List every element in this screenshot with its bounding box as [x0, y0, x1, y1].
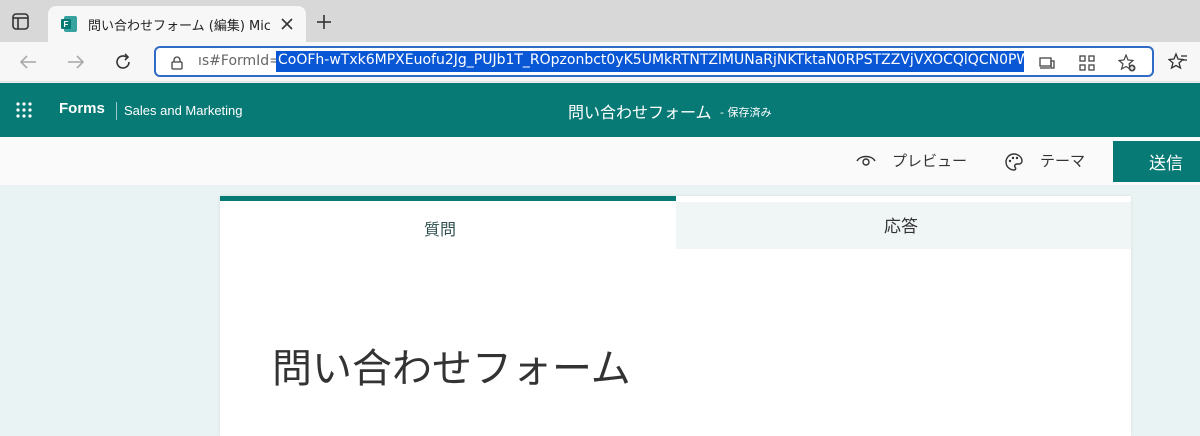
tab-title: 問い合わせフォーム (編集) Microsof [88, 19, 270, 34]
tab-responses[interactable]: 応答 [676, 202, 1131, 249]
refresh-icon[interactable] [113, 52, 133, 72]
app-launcher-icon[interactable] [15, 101, 33, 119]
tab-responses-label: 応答 [884, 217, 918, 237]
theme-button[interactable]: テーマ [1004, 149, 1094, 173]
tab-questions[interactable]: 質問 [220, 196, 676, 249]
form-heading[interactable]: 問い合わせフォーム [272, 336, 631, 394]
forms-header: Forms Sales and Marketing 問い合わせフォーム - 保存… [0, 83, 1200, 137]
send-button[interactable]: 送信 [1113, 141, 1200, 182]
palette-icon [1005, 153, 1023, 171]
save-status: - 保存済み [720, 106, 772, 119]
svg-text:F: F [64, 20, 69, 29]
favorite-add-icon[interactable] [1117, 53, 1136, 72]
lock-icon[interactable] [170, 55, 184, 70]
url-text-prefix: ıs#FormId= [198, 53, 281, 69]
apps-grid-icon[interactable] [1078, 54, 1096, 72]
tab-actions-icon[interactable] [10, 12, 32, 32]
theme-label: テーマ [1040, 152, 1086, 170]
command-bar: プレビュー テーマ [0, 137, 1200, 185]
browser-tab-active[interactable]: F 問い合わせフォーム (編集) Microsof [48, 6, 306, 42]
tab-questions-label: 質問 [424, 220, 457, 239]
app-name[interactable]: Forms [59, 100, 105, 117]
browser-toolbar: ıs#FormId= CoOFh-wTxk6MPXEuofu2Jg_PUJb1T… [0, 42, 1200, 82]
forward-arrow-icon[interactable] [66, 52, 86, 72]
forms-favicon-icon: F [60, 15, 78, 33]
preview-button[interactable]: プレビュー [855, 149, 975, 173]
new-tab-icon[interactable] [315, 13, 333, 31]
back-arrow-icon[interactable] [18, 52, 38, 72]
eye-icon [856, 155, 876, 166]
send-label: 送信 [1149, 154, 1183, 174]
form-title[interactable]: 問い合わせフォーム [568, 99, 712, 123]
url-text-selected[interactable]: CoOFh-wTxk6MPXEuofu2Jg_PUJb1T_ROpzonbct0… [276, 51, 1024, 72]
address-bar[interactable]: ıs#FormId= CoOFh-wTxk6MPXEuofu2Jg_PUJb1T… [154, 46, 1154, 77]
favorites-icon[interactable] [1167, 52, 1188, 72]
read-aloud-icon[interactable] [1038, 54, 1056, 72]
browser-tab-strip: F 問い合わせフォーム (編集) Microsof [0, 0, 1200, 42]
group-name[interactable]: Sales and Marketing [124, 103, 243, 118]
header-divider [116, 102, 117, 120]
close-tab-icon[interactable] [278, 15, 296, 33]
form-card: 質問 応答 問い合わせフォーム [220, 196, 1131, 436]
preview-label: プレビュー [892, 152, 968, 170]
